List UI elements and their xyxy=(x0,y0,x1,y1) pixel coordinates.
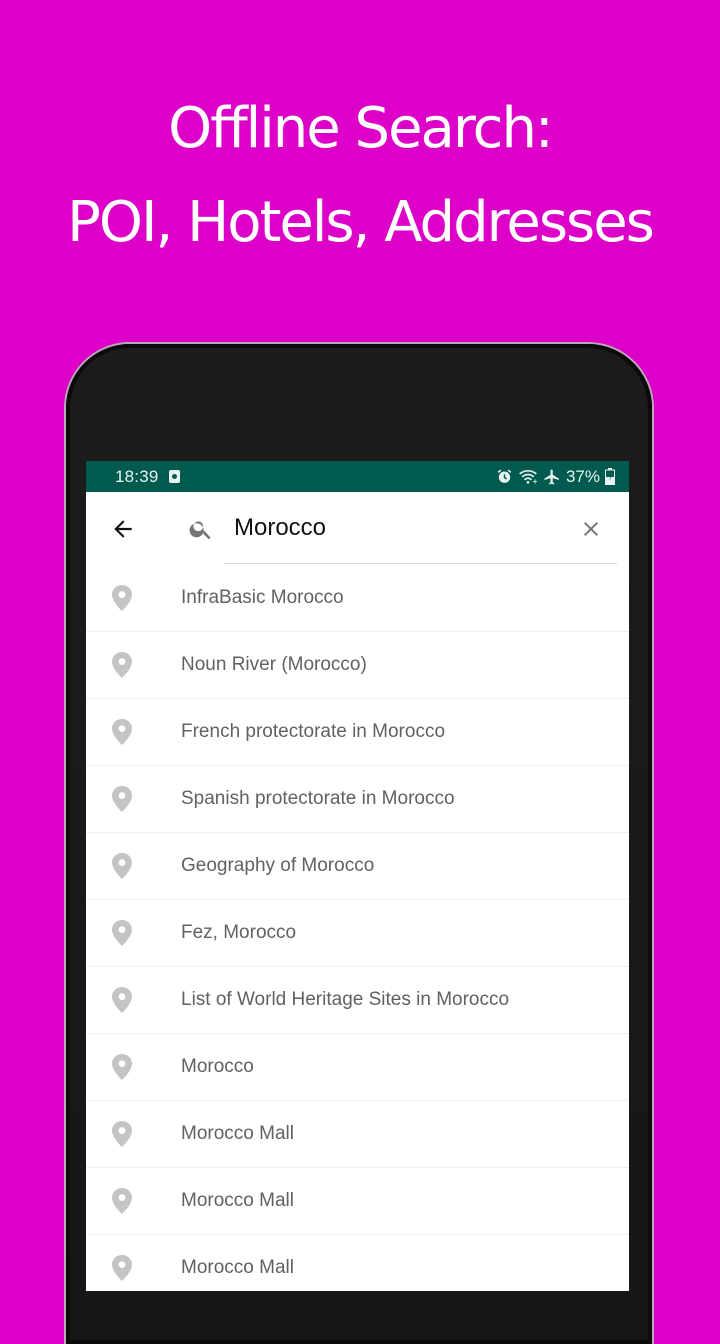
search-underline xyxy=(224,563,617,564)
close-icon xyxy=(584,522,598,536)
result-label: InfraBasic Morocco xyxy=(181,587,344,608)
result-label: Morocco Mall xyxy=(181,1257,294,1278)
clear-search-button[interactable] xyxy=(578,516,604,542)
list-item[interactable]: Noun River (Morocco) xyxy=(86,632,629,699)
list-item[interactable]: Geography of Morocco xyxy=(86,833,629,900)
list-item[interactable]: List of World Heritage Sites in Morocco xyxy=(86,967,629,1034)
airplane-mode-icon xyxy=(544,469,559,484)
map-pin-icon xyxy=(112,1121,132,1147)
headline-line-1: Offline Search: xyxy=(168,96,554,161)
map-pin-icon xyxy=(112,786,132,812)
search-icon xyxy=(189,521,211,540)
list-item[interactable]: Morocco Mall xyxy=(86,1101,629,1168)
map-pin-icon xyxy=(112,1054,132,1080)
map-pin-icon xyxy=(112,719,132,745)
list-item[interactable]: Spanish protectorate in Morocco xyxy=(86,766,629,833)
list-item[interactable]: French protectorate in Morocco xyxy=(86,699,629,766)
results-list: InfraBasic Morocco Noun River (Morocco) … xyxy=(86,565,629,1291)
map-pin-icon xyxy=(112,652,132,678)
result-label: Noun River (Morocco) xyxy=(181,654,367,675)
phone-screen: 18:39 37% Morocco InfraBasic Morocco Nou… xyxy=(86,461,629,1291)
app-notification-icon xyxy=(168,470,180,483)
search-toolbar xyxy=(86,492,629,566)
result-label: Fez, Morocco xyxy=(181,922,297,943)
list-item[interactable]: Fez, Morocco xyxy=(86,900,629,967)
result-label: List of World Heritage Sites in Morocco xyxy=(181,989,510,1010)
wifi-icon xyxy=(519,470,538,484)
promo-headline: Offline Search: POI, Hotels, Addresses xyxy=(0,82,720,270)
list-item[interactable]: InfraBasic Morocco xyxy=(86,565,629,632)
list-item[interactable]: Morocco xyxy=(86,1034,629,1101)
result-label: Morocco Mall xyxy=(181,1123,294,1144)
status-icons: 37% xyxy=(496,467,629,487)
result-label: Spanish protectorate in Morocco xyxy=(181,788,455,809)
map-pin-icon xyxy=(112,853,132,879)
result-label: Morocco xyxy=(181,1056,254,1077)
map-pin-icon xyxy=(112,1255,132,1281)
list-item[interactable]: Morocco Mall xyxy=(86,1168,629,1235)
status-time: 18:39 xyxy=(115,466,159,486)
result-label: Morocco Mall xyxy=(181,1190,294,1211)
back-button[interactable] xyxy=(108,514,138,544)
battery-percent: 37% xyxy=(565,466,600,486)
map-pin-icon xyxy=(112,585,132,611)
map-pin-icon xyxy=(112,987,132,1013)
list-item[interactable]: Morocco Mall xyxy=(86,1235,629,1291)
search-input[interactable] xyxy=(234,510,554,546)
arrow-left-icon xyxy=(114,520,132,538)
map-pin-icon xyxy=(112,1188,132,1214)
result-label: Geography of Morocco xyxy=(181,855,375,876)
result-label: French protectorate in Morocco xyxy=(181,721,446,742)
battery-charging-icon xyxy=(605,468,615,485)
status-bar: 18:39 37% xyxy=(86,461,629,492)
headline-line-2: POI, Hotels, Addresses xyxy=(67,190,655,255)
map-pin-icon xyxy=(112,920,132,946)
alarm-icon xyxy=(497,469,512,483)
